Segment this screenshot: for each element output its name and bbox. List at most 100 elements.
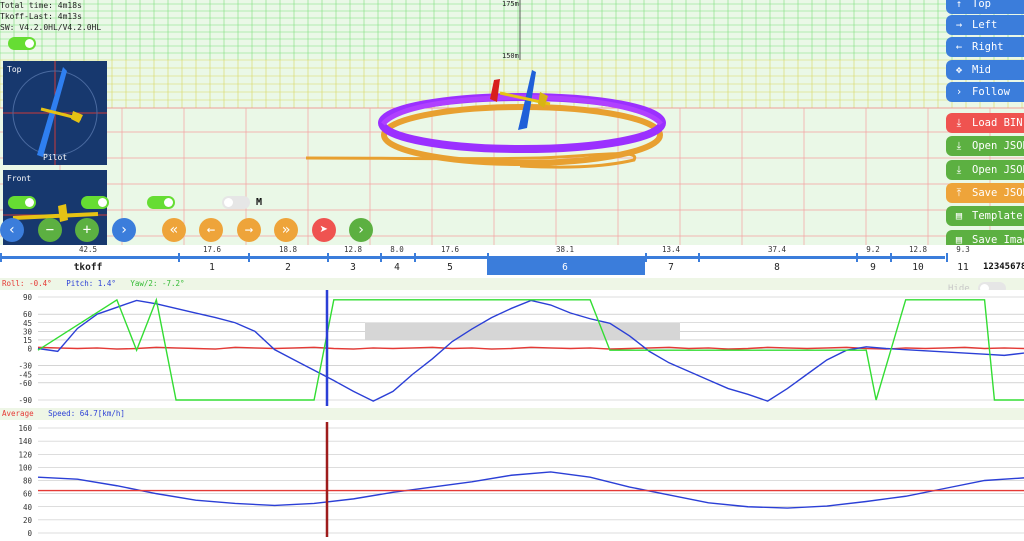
toggle-2[interactable] [81,196,109,209]
highlight-band [365,322,680,340]
save-json-button[interactable]: ⤒ Save JSON [946,183,1024,203]
template-button[interactable]: ▤ Template [946,206,1024,226]
segment-tick [946,253,948,262]
y-tick-label: 0 [27,529,32,537]
plus-icon: + [82,222,92,238]
segment-duration: 12.8 [343,245,363,254]
arrow-right-icon: → [244,222,254,238]
toggle-1[interactable] [8,196,36,209]
segment-label[interactable]: 1 [192,262,232,273]
save-image-button[interactable]: ▤ Save Image [946,230,1024,245]
top-view-svg [3,61,107,165]
chevron-right-icon: › [955,86,963,98]
segment-duration: 18.8 [278,245,298,254]
download-icon: ⤓ [956,140,962,152]
save-image-label: Save Image [972,234,1024,245]
speed-chart: 160 140 120 100 80 60 40 20 0 [0,422,1024,538]
segment-tick [856,253,858,262]
attitude-chart-svg: 90604530150-30-45-60-90 [18,290,1024,406]
segment-tick [248,253,250,262]
y-tick-label: 60 [23,490,33,499]
segment-label[interactable]: tkoff [68,262,108,273]
timeline-bar [0,256,945,259]
view-right-button[interactable]: ← Right [946,37,1024,57]
segment-label[interactable]: 8 [757,262,797,273]
segment-label[interactable]: 2 [268,262,308,273]
upload-icon: ⤒ [956,187,962,199]
timeline-tail: 12345678 [983,262,1024,272]
segment-tick [0,253,2,262]
pilot-label: Pilot [43,153,68,162]
segment-duration: 37.4 [767,245,787,254]
series-line-yaw [37,297,1024,401]
segment-duration: 38.1 [555,245,575,254]
load-bin-label: Load BIN [972,117,1023,129]
send-icon: ➤ [319,222,329,238]
chevron-left-icon: ‹ [7,222,17,238]
segment-label[interactable]: 9 [853,262,893,273]
next-button[interactable]: › [349,218,373,242]
front-view-label: Front [7,174,32,183]
segment-duration: 8.0 [390,245,404,254]
back-button[interactable]: ‹ [0,218,24,242]
view-left-label: Left [972,19,998,31]
view-mid-button[interactable]: ✥ Mid [946,60,1024,80]
zoom-in-button[interactable]: + [75,218,99,242]
y-tick-label: 40 [23,503,33,512]
y-tick-label: 140 [18,437,32,446]
segment-duration: 17.6 [202,245,222,254]
document-icon: ▤ [955,210,963,222]
segment-label[interactable]: 10 [898,262,938,273]
view-top-label: Top [972,0,991,10]
y-tick-label: 80 [23,477,33,486]
y-tick-label: 100 [18,463,32,472]
zoom-out-button[interactable]: − [38,218,62,242]
rewind-button[interactable]: « [162,218,186,242]
y-tick-label: 0 [27,345,32,354]
send-button[interactable]: ➤ [312,218,336,242]
segment-timeline[interactable]: 42.5 tkoff 17.6 1 18.8 2 12.8 3 8.0 4 17.6 5 38.1 6 13… [0,245,1024,275]
chevron-right-icon: › [119,222,129,238]
top-view-panel: Top Pilot [3,61,107,165]
load-bin-button[interactable]: ⤓ Load BIN [946,113,1024,133]
y-tick-label: 120 [18,450,32,459]
download-icon: ⤓ [956,117,962,129]
segment-duration: 12.8 [908,245,928,254]
segment-label[interactable]: 5 [430,262,470,273]
view-left-button[interactable]: → Left [946,15,1024,35]
scene-toggle[interactable] [8,37,36,50]
roll-readout: Roll: -0.4° [2,279,52,288]
forward-button[interactable]: › [112,218,136,242]
toggle-4[interactable] [222,196,250,209]
open-json-button-2[interactable]: ⤓ Open JSON [946,160,1024,180]
segment-label[interactable]: 6 [545,262,585,273]
segment-duration: 9.2 [866,245,880,254]
segment-tick [178,253,180,262]
fast-forward-button[interactable]: » [274,218,298,242]
view-follow-button[interactable]: › Follow [946,82,1024,102]
segment-tick [698,253,700,262]
flight-info: Total time: 4m18s Tkoff-Last: 4m13s SW: … [0,0,101,33]
segment-tick [327,253,329,262]
arrow-up-icon: ↑ [955,0,963,10]
total-time: Total time: 4m18s [0,1,82,10]
step-back-button[interactable]: ← [199,218,223,242]
segment-label[interactable]: 7 [651,262,691,273]
segment-tick [645,253,647,262]
segment-label[interactable]: 3 [333,262,373,273]
view-top-button[interactable]: ↑ Top [946,0,1024,14]
tkoff-last: Tkoff-Last: 4m13s [0,12,82,21]
y-tick-label: 20 [23,516,33,525]
open-json-button-1[interactable]: ⤓ Open JSON [946,136,1024,156]
flight-3d-view[interactable]: 175m 150m Total time: 4m18s Tkoff-Last: … [0,0,1024,245]
step-forward-button[interactable]: → [237,218,261,242]
segment-label[interactable]: 11 [943,262,983,273]
altitude-label-175: 175m [502,0,519,8]
yaw-readout: Yaw/2: -7.2° [130,279,185,288]
segment-duration: 42.5 [78,245,98,254]
average-label: Average [2,409,34,418]
segment-label[interactable]: 4 [377,262,417,273]
toggle-3[interactable] [147,196,175,209]
arrow-left-icon: ← [206,222,216,238]
open-json-label-1: Open JSON [972,140,1024,152]
